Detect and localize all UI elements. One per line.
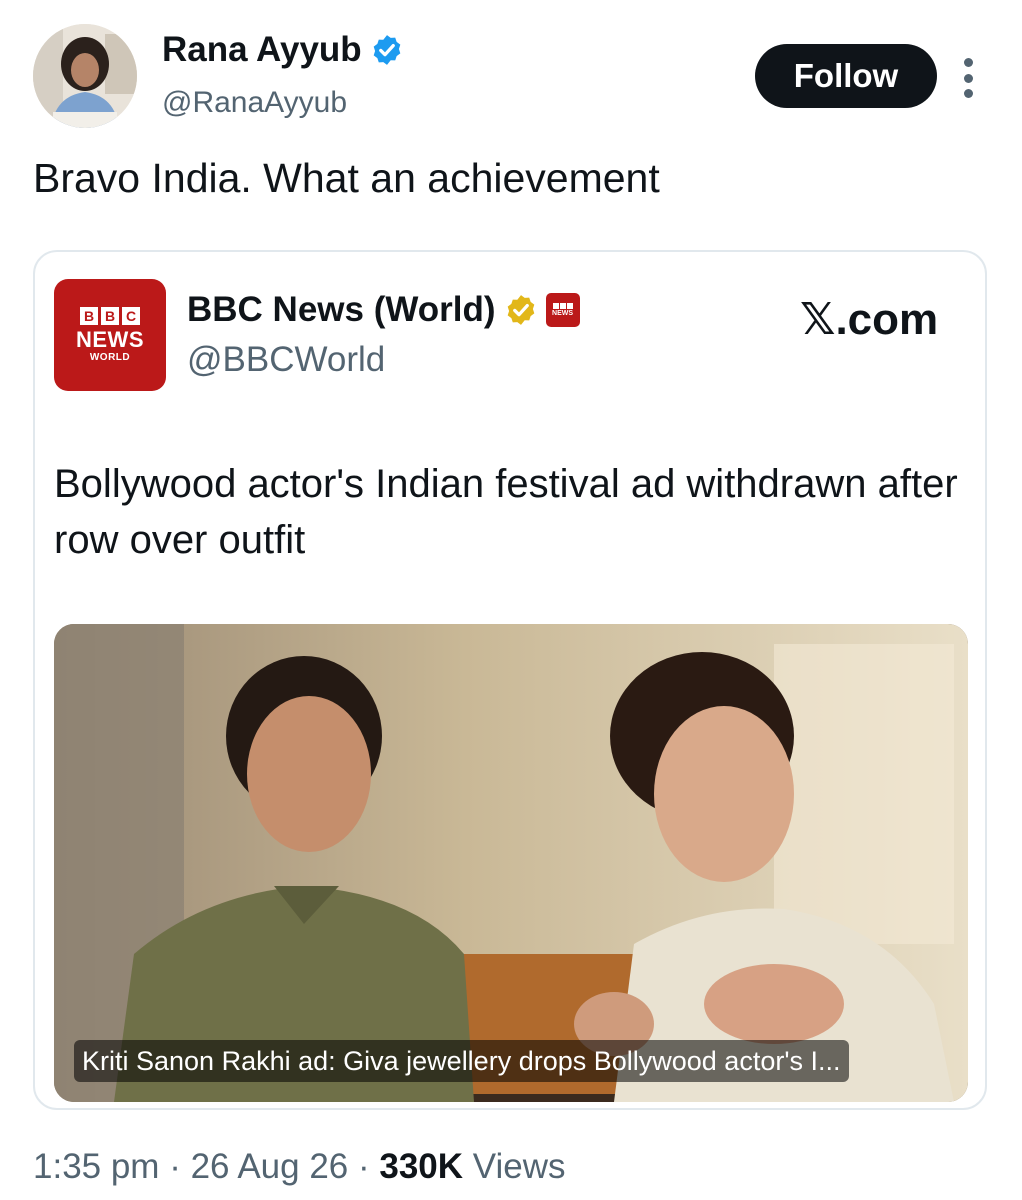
views-count: 330K <box>379 1147 464 1186</box>
affiliate-badge-icon: NEWS <box>545 293 580 327</box>
quoted-name-row[interactable]: BBC News (World) NEWS <box>187 290 580 330</box>
affiliate-badge-text: NEWS <box>552 309 574 317</box>
bbc-logo-world: WORLD <box>89 352 131 363</box>
follow-button[interactable]: Follow <box>755 44 937 108</box>
author-avatar[interactable] <box>33 24 137 128</box>
tweet-date[interactable]: 26 Aug 26 <box>191 1147 349 1186</box>
views-label: Views <box>472 1147 566 1186</box>
tweet-text: Bravo India. What an achievement <box>33 155 660 201</box>
bbc-logo[interactable]: B B C NEWS WORLD <box>54 279 166 391</box>
verified-icon <box>373 35 401 65</box>
bbc-block: C <box>122 307 140 325</box>
bbc-block: B <box>101 307 119 325</box>
bbc-logo-news: NEWS <box>76 327 144 352</box>
meta-separator: · <box>169 1147 191 1186</box>
quoted-author-name[interactable]: BBC News (World) <box>187 290 496 330</box>
media-photo <box>54 624 968 1102</box>
author-handle[interactable]: @RanaAyyub <box>162 86 347 120</box>
bbc-logo-blocks: B B C <box>80 307 140 325</box>
gold-verified-icon <box>507 295 534 325</box>
bbc-block: B <box>80 307 98 325</box>
avatar-image <box>33 24 137 128</box>
quoted-media-image[interactable] <box>54 624 968 1102</box>
author-name[interactable]: Rana Ayyub <box>162 30 362 70</box>
meta-separator: · <box>357 1147 380 1186</box>
quoted-author-handle[interactable]: @BBCWorld <box>187 340 385 380</box>
author-name-row[interactable]: Rana Ayyub <box>162 30 404 70</box>
source-domain: 𝕏.com <box>800 295 939 344</box>
tweet-time[interactable]: 1:35 pm <box>33 1147 159 1186</box>
more-icon[interactable] <box>956 58 980 98</box>
tweet-meta: 1:35 pm · 26 Aug 26 · 330K Views <box>33 1147 566 1187</box>
media-caption: Kriti Sanon Rakhi ad: Giva jewellery dro… <box>74 1040 849 1082</box>
quoted-headline: Bollywood actor's Indian festival ad wit… <box>54 462 958 562</box>
